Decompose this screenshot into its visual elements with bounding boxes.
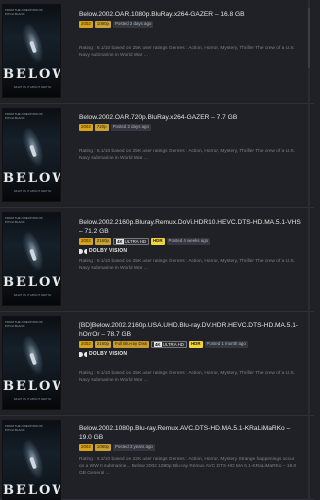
posted-tag: Posted 1 month ago bbox=[204, 341, 248, 348]
poster-title: BELOW bbox=[3, 171, 60, 186]
year-tag: 2002 bbox=[79, 341, 93, 348]
uhd-label: ULTRA HD bbox=[124, 239, 147, 244]
year-tag: 2002 bbox=[79, 444, 93, 451]
tag-row: 2002 1080p Posted 2 days ago bbox=[79, 21, 154, 28]
tag-row: 2002 2160p 4K ULTRA HD HDR Posted 4 weeks ago bbox=[79, 238, 211, 245]
res-tag: 720p bbox=[94, 124, 109, 131]
poster-tagline: WHAT IS IT ABOUT DEPTH bbox=[13, 85, 52, 89]
result-title-link[interactable]: Below.2002.OAR.720p.BluRay.x264-GAZER – … bbox=[79, 113, 304, 122]
res-tag: 2160p bbox=[94, 238, 111, 245]
poster-tagline: WHAT IS IT ABOUT DEPTH bbox=[13, 293, 52, 297]
poster-tagline: WHAT IS IT ABOUT DEPTH bbox=[13, 397, 52, 401]
uhd-label: ULTRA HD bbox=[162, 342, 184, 347]
movie-poster[interactable]: FROM THE CREATORS OF PITCH BLACKBELOWWHA… bbox=[2, 420, 61, 500]
poster-top-text: FROM THE CREATORS OF PITCH BLACK bbox=[5, 112, 43, 120]
movie-poster[interactable]: FROM THE CREATORS OF PITCH BLACK BELOW WHA… bbox=[2, 108, 61, 202]
dolby-vision-badge: DOLBY VISION bbox=[79, 248, 127, 254]
year-tag: 2002 bbox=[79, 21, 93, 28]
dolby-vision-label: DOLBY VISION bbox=[89, 351, 128, 357]
movie-poster[interactable]: FROM THE CREATORS OF PITCH BLACK BELOW WHA… bbox=[2, 316, 61, 410]
uhd-tag: 4K ULTRA HD bbox=[113, 238, 150, 245]
result-title-link[interactable]: Below.2002.1080p.Blu-ray.Remux.AVC.DTS-H… bbox=[79, 424, 304, 442]
result-card[interactable]: FROM THE CREATORS OF PITCH BLACKBELOWWHA… bbox=[0, 416, 314, 500]
poster-top-text: FROM THE CREATORS OF PITCH BLACK bbox=[5, 424, 43, 432]
posted-tag: Posted 4 weeks ago bbox=[166, 238, 211, 245]
movie-poster[interactable]: FROM THE CREATORS OF PITCH BLACK BELOW WHA… bbox=[2, 212, 61, 306]
poster-title: BELOW bbox=[3, 379, 60, 394]
result-description: Rating : 6.1/10 based on 25K user rating… bbox=[79, 259, 295, 271]
poster-top-text: FROM THE CREATORS OF PITCH BLACK bbox=[5, 216, 43, 224]
tag-row: 2002 1080p Posted 3 years ago bbox=[79, 444, 155, 451]
uhd-tag: 4K ULTRA HD bbox=[150, 341, 187, 348]
result-description: Rating : 6.2/10 based on 22K user rating… bbox=[79, 457, 297, 476]
result-card[interactable]: FROM THE CREATORS OF PITCH BLACK BELOW WHA… bbox=[0, 312, 314, 416]
result-title-link[interactable]: Below.2002.2160p.Bluray.Remux.DoVi.HDR10… bbox=[79, 218, 304, 236]
result-card[interactable]: FROM THE CREATORS OF PITCH BLACK BELOW WHA… bbox=[0, 0, 314, 104]
posted-tag: Posted 3 years ago bbox=[113, 444, 155, 451]
result-description: Rating : 6.1/10 based on 25K user rating… bbox=[79, 149, 295, 161]
dolby-vision-label: DOLBY VISION bbox=[89, 248, 128, 254]
year-tag: 2002 bbox=[79, 238, 93, 245]
hdr-tag: HDR bbox=[188, 341, 203, 348]
res-tag: 2160p bbox=[94, 341, 111, 348]
dolby-vision-badge: DOLBY VISION bbox=[79, 351, 127, 357]
result-title-link[interactable]: Below.2002.OAR.1080p.BluRay.x264-GAZER –… bbox=[79, 10, 304, 19]
hdr-tag: HDR bbox=[151, 238, 165, 245]
year-tag: 2002 bbox=[79, 124, 93, 131]
tag-row: 2002 720p Posted 2 days ago bbox=[79, 124, 151, 131]
res-tag: 1080p bbox=[94, 21, 111, 28]
scrollbar[interactable] bbox=[308, 0, 310, 500]
poster-top-text: FROM THE CREATORS OF PITCH BLACK bbox=[5, 8, 43, 16]
poster-title: BELOW bbox=[3, 483, 60, 498]
result-description: Rating : 6.1/10 based on 25K user rating… bbox=[79, 371, 295, 383]
res-tag: 1080p bbox=[94, 444, 111, 451]
dolby-logo-icon bbox=[79, 248, 87, 254]
result-title-link[interactable]: [BD]Below.2002.2160p.USA.UHD.Blu-ray.DV.… bbox=[79, 321, 304, 339]
poster-title: BELOW bbox=[3, 275, 60, 290]
poster-tagline: WHAT IS IT ABOUT DEPTH bbox=[13, 189, 52, 193]
result-description: Rating : 6.1/10 based on 25K user rating… bbox=[79, 46, 295, 58]
uhd-4k-badge: 4K bbox=[153, 342, 162, 347]
src-tag: Full Blu-ray Disk bbox=[113, 341, 149, 348]
posted-tag: Posted 2 days ago bbox=[113, 21, 154, 28]
dolby-logo-icon bbox=[79, 351, 87, 357]
result-card[interactable]: FROM THE CREATORS OF PITCH BLACK BELOW WHA… bbox=[0, 208, 314, 312]
movie-poster[interactable]: FROM THE CREATORS OF PITCH BLACK BELOW WHA… bbox=[2, 4, 61, 98]
result-card[interactable]: FROM THE CREATORS OF PITCH BLACK BELOW WHA… bbox=[0, 104, 314, 208]
tag-row: 2002 2160p Full Blu-ray Disk 4K ULTRA HD HDR P… bbox=[79, 341, 248, 348]
uhd-4k-badge: 4K bbox=[116, 239, 124, 244]
poster-title: BELOW bbox=[3, 67, 60, 82]
scrollbar-thumb[interactable] bbox=[308, 8, 310, 68]
posted-tag: Posted 2 days ago bbox=[110, 124, 151, 131]
poster-top-text: FROM THE CREATORS OF PITCH BLACK bbox=[5, 320, 43, 328]
